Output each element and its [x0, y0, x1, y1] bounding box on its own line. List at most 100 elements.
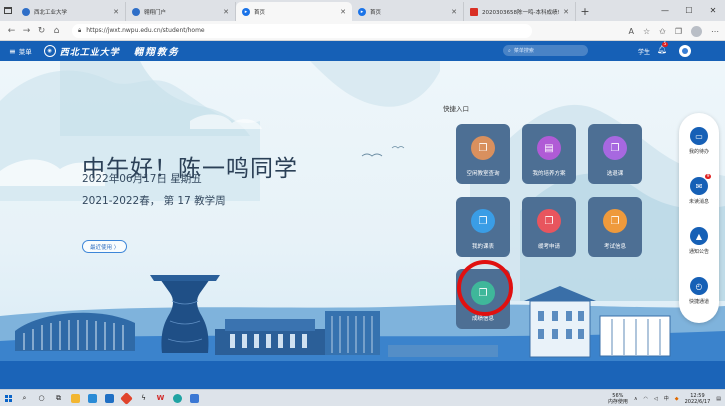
window-controls: — ☐ ✕ [653, 0, 725, 21]
file-explorer-icon[interactable] [67, 390, 84, 406]
browser-tab[interactable]: 2020303658陈一鸣-本科成绩单 ✕ [464, 2, 576, 21]
home-icon[interactable]: ⌂ [49, 21, 64, 41]
role-label[interactable]: 学生 [638, 47, 650, 56]
user-avatar[interactable] [679, 45, 691, 57]
chevron-up-icon[interactable]: ∧ [634, 396, 638, 402]
profile-icon[interactable] [691, 25, 702, 37]
task-view-icon[interactable]: ⧉ [50, 390, 67, 406]
tab-title: 翱翔门户 [144, 9, 167, 16]
clock[interactable]: 12:59 2022/6/17 [685, 393, 711, 405]
hamburger-icon: ≡ [9, 46, 16, 56]
tile-my-timetable[interactable]: ❐ 我的课表 [456, 197, 510, 257]
more-icon[interactable]: ⋯ [711, 27, 719, 36]
copy-icon: ❐ [471, 209, 495, 233]
browser-tab-strip: 西北工业大学 ✕ 翱翔门户 ✕ ▸ 首页 ✕ ▸ 首页 ✕ 2020303658… [0, 0, 725, 21]
cortana-icon[interactable]: ○ [33, 390, 50, 406]
close-tab-icon[interactable]: ✕ [340, 8, 346, 16]
tile-exam-deferral[interactable]: ❐ 缓考申请 [522, 197, 576, 257]
wps-icon[interactable]: W [152, 390, 169, 406]
search-icon[interactable]: ⌕ [16, 390, 33, 406]
url-field[interactable]: 🔒︎ https://jwxt.nwpu.edu.cn/student/home [72, 23, 532, 38]
tile-label: 考试信息 [603, 244, 626, 250]
copy-icon: ❐ [471, 136, 495, 160]
tab-title: 首页 [254, 9, 266, 16]
clock-date: 2022/6/17 [684, 398, 711, 405]
edge-icon[interactable] [169, 390, 186, 406]
app-icon[interactable] [186, 390, 203, 406]
copy-icon: ❐ [603, 136, 627, 160]
notification-badge: 5 [662, 42, 668, 47]
panel-item-messages[interactable]: ✉ 9 未读消息 [679, 174, 719, 205]
menu-label: 菜单 [18, 48, 32, 56]
tile-label: 我的课表 [471, 244, 494, 250]
window-menu-icon[interactable] [0, 0, 16, 21]
forward-icon[interactable]: → [19, 21, 34, 41]
browser-tab[interactable]: 翱翔门户 ✕ [126, 2, 236, 21]
address-bar-row: ← → ↻ ⌂ 🔒︎ https://jwxt.nwpu.edu.cn/stud… [0, 21, 725, 41]
shield-icon[interactable]: ◆ [675, 396, 679, 402]
windows-taskbar: ⌕ ○ ⧉ ϟ W 56% 内存使用 ∧ ◠ ◁ 中 ◆ 12:59 2022/… [0, 389, 725, 406]
favorite-icon[interactable]: ☆ [643, 27, 650, 36]
panel-item-label: 我的待办 [688, 149, 709, 155]
input-method[interactable]: 中 [664, 395, 669, 402]
browser-tab-active[interactable]: ▸ 首页 ✕ [236, 2, 352, 21]
new-tab-button[interactable]: + [576, 2, 594, 21]
collections-icon[interactable]: ❐ [675, 27, 682, 36]
tile-course-selection[interactable]: ❐ 选退课 [588, 124, 642, 184]
panel-item-notices[interactable]: ▲ 通知公告 [679, 227, 719, 255]
tile-free-classroom[interactable]: ❐ 空闲教室查询 [456, 124, 510, 184]
maximize-button[interactable]: ☐ [677, 0, 701, 21]
url-text: https://jwxt.nwpu.edu.cn/student/home [86, 27, 205, 34]
tab-title: 2020303658陈一鸣-本科成绩单 [482, 9, 560, 16]
current-date: 2022年06月17日 星期五 [82, 173, 202, 185]
right-float-panel: ▭ 我的待办 ✉ 9 未读消息 ▲ 通知公告 ◴ 快捷通道 [679, 113, 719, 323]
home-main: 中午好！陈一鸣同学 2022年06月17日 星期五 2021-2022春， 第 … [0, 61, 725, 389]
notification-bell-icon[interactable]: 🔔︎ 5 [657, 42, 668, 54]
notification-center-icon[interactable]: ▤ [716, 396, 721, 402]
store-icon[interactable] [84, 390, 101, 406]
tab-title: 西北工业大学 [34, 9, 68, 16]
search-placeholder: 菜单搜索 [513, 48, 534, 54]
mail-icon[interactable] [101, 390, 118, 406]
app-header: ≡ 菜单 ◉ 西北工业大学 翱翔教务 ⌕ 菜单搜索 学生 🔔︎ 5 [0, 41, 725, 61]
volume-icon[interactable]: ◁ [654, 396, 658, 402]
minimize-button[interactable]: — [653, 0, 677, 21]
bolt-app-icon[interactable]: ϟ [135, 390, 152, 406]
message-icon: ✉ 9 [690, 174, 711, 195]
clock-icon: ◴ [690, 277, 708, 295]
highlight-circle [457, 260, 513, 316]
close-window-button[interactable]: ✕ [701, 0, 725, 21]
panel-item-label: 通知公告 [688, 249, 709, 255]
recent-use-button[interactable]: 最近使用 〉 [82, 240, 128, 253]
app-icon[interactable] [118, 390, 135, 406]
bell-icon: ▲ [690, 227, 708, 245]
tile-label: 缓考申请 [537, 244, 560, 250]
network-icon[interactable]: ◠ [644, 396, 648, 402]
memory-label: 内存使用 [607, 398, 628, 405]
tile-exam-info[interactable]: ❐ 考试信息 [588, 197, 642, 257]
tile-training-plan[interactable]: ▤ 我的培养方案 [522, 124, 576, 184]
close-tab-icon[interactable]: ✕ [113, 8, 119, 16]
todo-icon: ▭ [690, 127, 708, 145]
menu-search-input[interactable]: ⌕ 菜单搜索 [503, 45, 588, 56]
browser-tab[interactable]: 西北工业大学 ✕ [16, 2, 126, 21]
portal-favicon-icon [132, 7, 140, 16]
close-tab-icon[interactable]: ✕ [451, 8, 457, 16]
book-icon: ▤ [537, 136, 561, 160]
menu-button[interactable]: ≡ 菜单 [0, 46, 32, 57]
tile-label: 空闲教室查询 [466, 171, 500, 177]
panel-item-shortcuts[interactable]: ◴ 快捷通道 [679, 277, 719, 305]
panel-item-todo[interactable]: ▭ 我的待办 [679, 127, 719, 155]
memory-usage[interactable]: 56% 内存使用 [608, 393, 628, 405]
refresh-icon[interactable]: ↻ [34, 21, 49, 41]
start-button[interactable] [0, 390, 16, 406]
panel-item-label: 未读消息 [688, 199, 709, 205]
favorites-list-icon[interactable]: ✩ [659, 27, 666, 36]
teaching-week: 2021-2022春， 第 17 教学周 [82, 195, 226, 207]
read-aloud-icon[interactable]: A [628, 27, 633, 36]
back-icon[interactable]: ← [4, 21, 19, 41]
close-tab-icon[interactable]: ✕ [223, 8, 229, 16]
copy-icon: ❐ [603, 209, 627, 233]
browser-tab[interactable]: ▸ 首页 ✕ [352, 2, 464, 21]
close-tab-icon[interactable]: ✕ [563, 8, 569, 16]
